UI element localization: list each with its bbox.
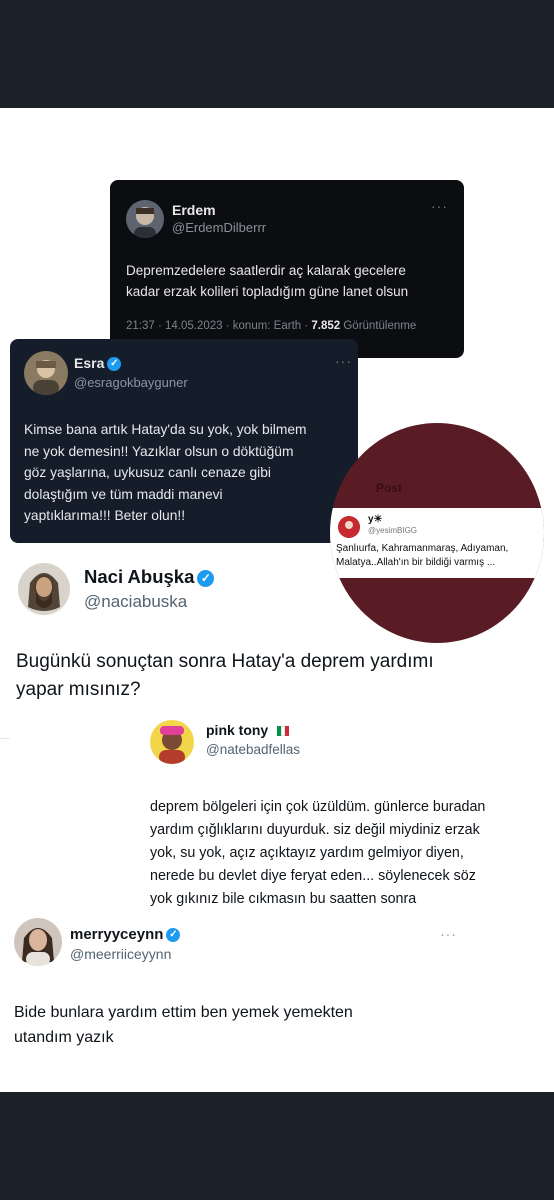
italy-flag-icon	[277, 723, 290, 739]
author-handle[interactable]: @naciabuska	[84, 592, 187, 612]
avatar[interactable]	[14, 918, 62, 966]
more-options-icon[interactable]: ···	[440, 926, 457, 942]
bottom-black-bar	[0, 1092, 554, 1200]
avatar[interactable]	[126, 200, 164, 238]
author-name[interactable]: pink tony	[206, 722, 290, 739]
tweet-card-esra[interactable]: Esra ✓ @esragokbayguner ··· Kimse bana ar…	[10, 339, 358, 543]
header-fragment: Post	[376, 481, 403, 495]
tweet-card-pinktony[interactable]: pink tony @natebadfellas deprem bölgeler…	[0, 712, 554, 912]
tweet-timestamp: 21:37 · 14.05.2023 · konum: Earth ·	[126, 320, 312, 332]
author-name[interactable]: Naci Abuşka ✓	[84, 566, 215, 588]
avatar-image	[14, 918, 62, 966]
author-name-text: merryyceynn	[70, 926, 164, 943]
verified-badge-icon: ✓	[107, 357, 122, 372]
tweet-text: deprem bölgeleri için çok üzüldüm. günle…	[150, 799, 486, 907]
tweet-card-erdem[interactable]: Erdem @ErdemDilberrr ··· Depremzedelere …	[110, 180, 464, 358]
tweet-text: Bugünkü sonuçtan sonra Hatay'a deprem ya…	[16, 651, 434, 700]
thread-divider	[0, 738, 10, 739]
avatar-image	[150, 720, 194, 764]
tweet-text: Bide bunlara yardım ettim ben yemek yeme…	[14, 1004, 353, 1046]
more-options-icon[interactable]: ···	[335, 353, 352, 369]
avatar-image	[18, 563, 70, 615]
author-name[interactable]: y☀	[368, 514, 383, 525]
top-black-bar	[0, 0, 554, 108]
view-count-label: Görüntülenme	[340, 320, 417, 332]
tweet-text: Depremzedelere saatlerdir aç kalarak gec…	[126, 263, 409, 299]
tweet-text: Kimse bana artık Hatay'da su yok, yok bi…	[24, 422, 307, 523]
avatar[interactable]	[338, 516, 360, 538]
avatar-image	[126, 200, 164, 238]
author-name[interactable]: merryyceynn ✓	[70, 926, 181, 943]
author-handle[interactable]: @meerriiceyynn	[70, 946, 171, 962]
more-options-icon[interactable]: ···	[431, 198, 448, 214]
view-count: 7.852	[311, 320, 341, 332]
author-name-text: Esra	[74, 355, 105, 371]
author-name-text: Naci Abuşka	[84, 566, 195, 587]
author-handle[interactable]: @esragokbayguner	[74, 375, 188, 390]
tweet-card-merry[interactable]: merryyceynn ✓ @meerriiceyynn ··· Bide bun…	[0, 912, 554, 1082]
avatar[interactable]	[18, 563, 70, 615]
avatar-image	[24, 351, 68, 395]
author-handle[interactable]: @natebadfellas	[206, 742, 300, 757]
avatar[interactable]	[150, 720, 194, 764]
author-name-text: pink tony	[206, 722, 269, 738]
verified-badge-icon: ✓	[197, 569, 215, 587]
author-name[interactable]: Esra ✓	[74, 355, 122, 372]
verified-badge-icon: ✓	[166, 928, 181, 943]
tweet-meta: 21:37 · 14.05.2023 · konum: Earth · 7.85…	[126, 320, 416, 332]
author-handle[interactable]: @yesimBIGG	[368, 526, 417, 535]
screenshot-collage: Erdem @ErdemDilberrr ··· Depremzedelere …	[0, 108, 554, 1092]
avatar[interactable]	[24, 351, 68, 395]
author-handle[interactable]: @ErdemDilberrr	[172, 220, 266, 235]
tweet-card-naci[interactable]: Naci Abuşka ✓ @naciabuska Bugünkü sonuçta…	[0, 556, 554, 716]
author-name[interactable]: Erdem	[172, 202, 216, 218]
avatar-image	[338, 516, 360, 538]
